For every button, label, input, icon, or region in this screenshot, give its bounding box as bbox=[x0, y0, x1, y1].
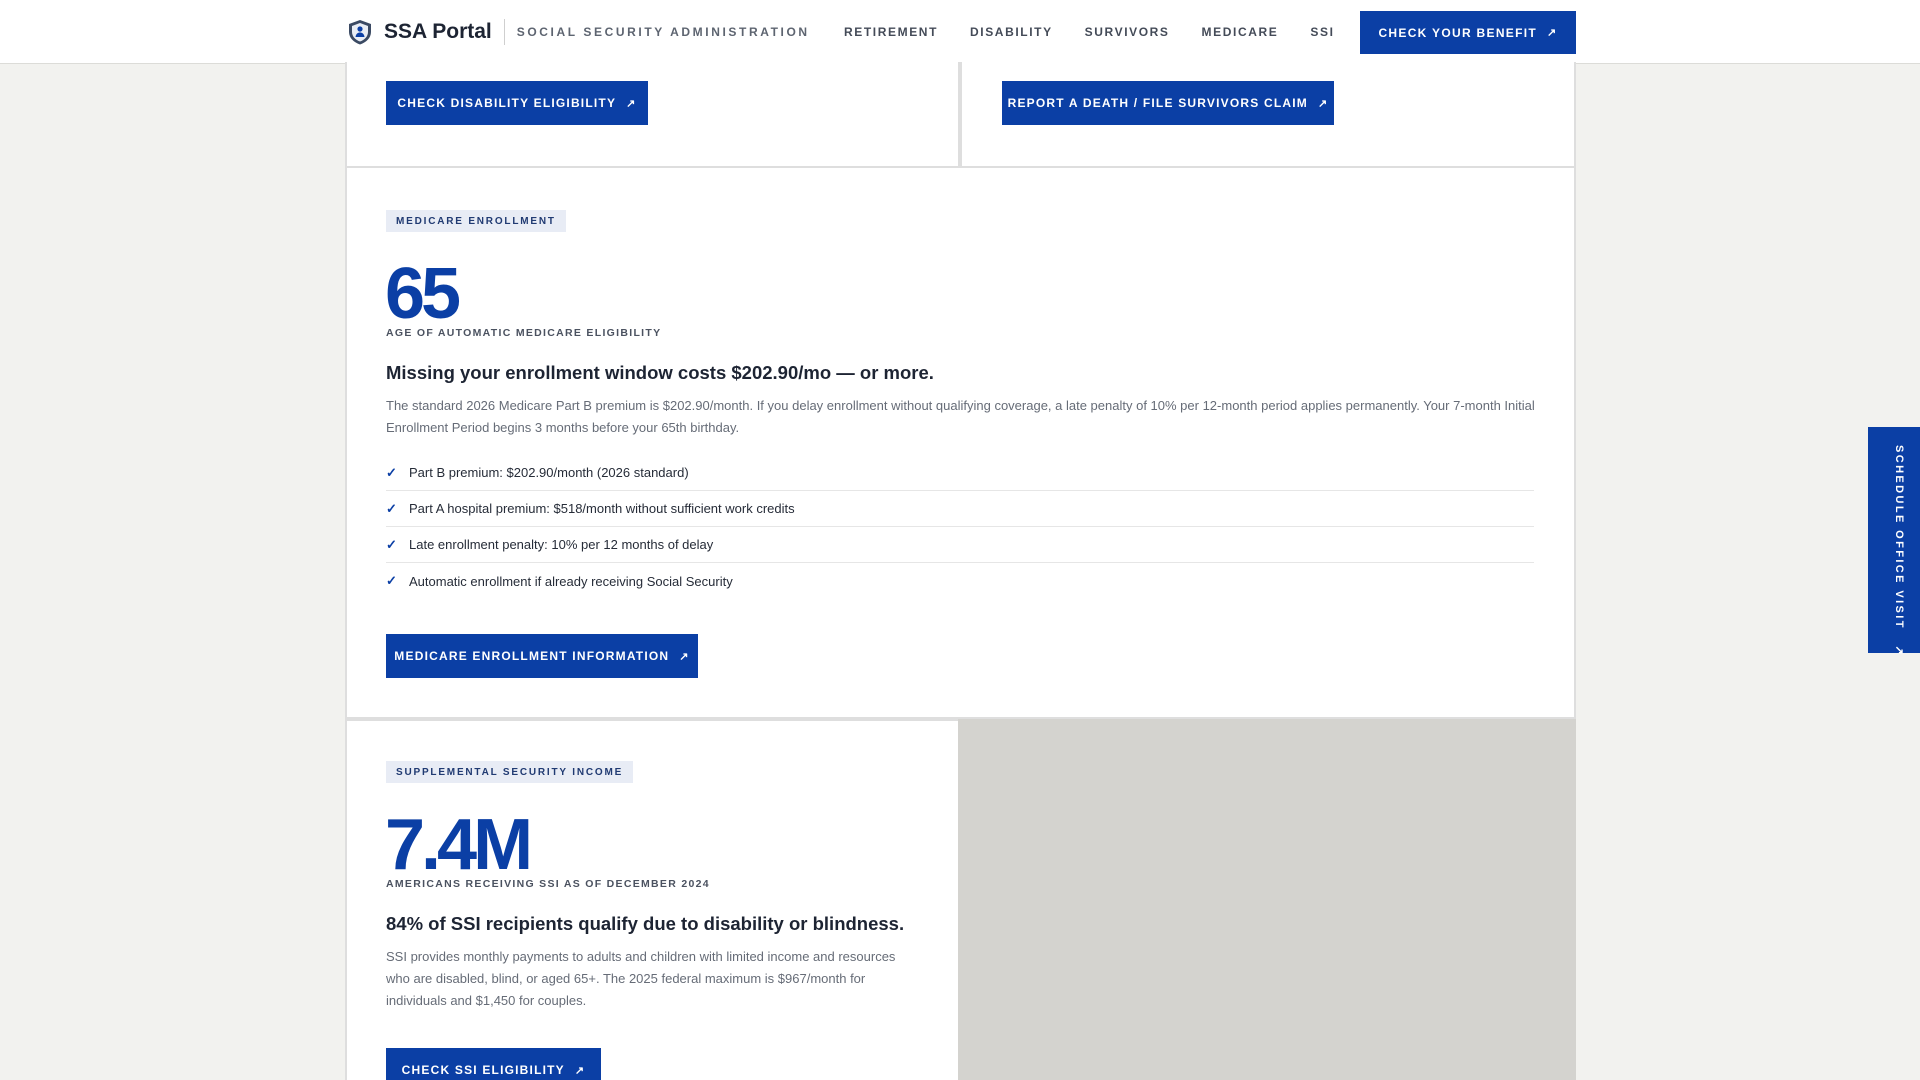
shield-logo-icon bbox=[346, 18, 374, 46]
medicare-stat: 65 bbox=[385, 254, 461, 334]
ssi-stat-caption: AMERICANS RECEIVING SSI AS OF DECEMBER 2… bbox=[386, 878, 710, 890]
check-icon: ✓ bbox=[386, 573, 397, 588]
medicare-enrollment-info-label: MEDICARE ENROLLMENT INFORMATION bbox=[394, 649, 670, 663]
medicare-headline: Missing your enrollment window costs $20… bbox=[386, 362, 934, 383]
ssi-image-panel bbox=[958, 719, 1576, 1080]
brand[interactable]: SSA Portal SOCIAL SECURITY ADMINISTRATIO… bbox=[346, 18, 810, 46]
main-nav: RETIREMENT DISABILITY SURVIVORS MEDICARE… bbox=[844, 25, 1367, 39]
arrow-up-right-icon: ↗ bbox=[679, 650, 690, 663]
ssi-card: SUPPLEMENTAL SECURITY INCOME 7.4M AMERIC… bbox=[345, 719, 960, 1080]
disability-card: CHECK DISABILITY ELIGIBILITY ↗ bbox=[345, 62, 960, 168]
list-item: ✓ Automatic enrollment if already receiv… bbox=[386, 563, 1534, 599]
report-death-survivors-claim-label: REPORT A DEATH / FILE SURVIVORS CLAIM bbox=[1007, 96, 1308, 110]
schedule-office-visit-tab[interactable]: SCHEDULE OFFICE VISIT ↗ bbox=[1868, 427, 1920, 657]
nav-disability[interactable]: DISABILITY bbox=[970, 25, 1053, 39]
survivors-card: REPORT A DEATH / FILE SURVIVORS CLAIM ↗ bbox=[960, 62, 1576, 168]
check-ssi-eligibility-button[interactable]: CHECK SSI ELIGIBILITY ↗ bbox=[386, 1048, 601, 1080]
arrow-up-right-icon: ↗ bbox=[1318, 97, 1329, 110]
arrow-up-right-icon: ↗ bbox=[1547, 27, 1558, 39]
check-icon: ✓ bbox=[386, 536, 397, 552]
site-header: SSA Portal SOCIAL SECURITY ADMINISTRATIO… bbox=[0, 0, 1920, 64]
check-your-benefit-button[interactable]: CHECK YOUR BENEFIT ↗ bbox=[1360, 11, 1576, 54]
check-your-benefit-label: CHECK YOUR BENEFIT bbox=[1378, 25, 1537, 40]
medicare-checklist: ✓ Part B premium: $202.90/month (2026 st… bbox=[386, 455, 1534, 599]
arrow-up-right-icon: ↗ bbox=[1893, 645, 1905, 657]
list-item-text: Automatic enrollment if already receivin… bbox=[409, 573, 733, 589]
arrow-up-right-icon: ↗ bbox=[626, 97, 637, 110]
nav-survivors[interactable]: SURVIVORS bbox=[1085, 25, 1170, 39]
check-ssi-eligibility-label: CHECK SSI ELIGIBILITY bbox=[401, 1063, 565, 1077]
list-item: ✓ Part A hospital premium: $518/month wi… bbox=[386, 491, 1534, 527]
check-icon: ✓ bbox=[386, 464, 397, 480]
arrow-up-right-icon: ↗ bbox=[574, 1064, 586, 1077]
report-death-survivors-claim-button[interactable]: REPORT A DEATH / FILE SURVIVORS CLAIM ↗ bbox=[1002, 81, 1334, 125]
brand-subtitle: SOCIAL SECURITY ADMINISTRATION bbox=[516, 25, 810, 39]
nav-retirement[interactable]: RETIREMENT bbox=[844, 25, 938, 39]
medicare-card: MEDICARE ENROLLMENT 65 AGE OF AUTOMATIC … bbox=[345, 166, 1576, 719]
brand-divider bbox=[503, 19, 505, 45]
nav-medicare[interactable]: MEDICARE bbox=[1202, 25, 1279, 39]
medicare-stat-caption: AGE OF AUTOMATIC MEDICARE ELIGIBILITY bbox=[386, 327, 662, 339]
ssi-paragraph: SSI provides monthly payments to adults … bbox=[386, 949, 896, 1008]
list-item-text: Late enrollment penalty: 10% per 12 mont… bbox=[409, 537, 714, 552]
list-item: ✓ Late enrollment penalty: 10% per 12 mo… bbox=[386, 527, 1534, 563]
ssi-tag: SUPPLEMENTAL SECURITY INCOME bbox=[386, 761, 634, 783]
check-icon: ✓ bbox=[386, 500, 397, 516]
brand-name: SSA Portal bbox=[384, 20, 492, 43]
schedule-office-visit-text: SCHEDULE OFFICE VISIT bbox=[1893, 445, 1905, 630]
list-item: ✓ Part B premium: $202.90/month (2026 st… bbox=[386, 455, 1534, 491]
list-item-text: Part B premium: $202.90/month (2026 stan… bbox=[409, 465, 689, 480]
ssi-headline: 84% of SSI recipients qualify due to dis… bbox=[386, 913, 905, 934]
ssi-stat: 7.4M bbox=[385, 805, 533, 885]
schedule-office-visit-label: SCHEDULE OFFICE VISIT ↗ bbox=[1893, 445, 1906, 657]
check-disability-eligibility-label: CHECK DISABILITY ELIGIBILITY bbox=[397, 96, 617, 110]
list-item-text: Part A hospital premium: $518/month with… bbox=[409, 501, 795, 516]
check-disability-eligibility-button[interactable]: CHECK DISABILITY ELIGIBILITY ↗ bbox=[386, 81, 648, 125]
nav-ssi[interactable]: SSI bbox=[1310, 25, 1334, 39]
medicare-paragraph: The standard 2026 Medicare Part B premiu… bbox=[386, 398, 1535, 435]
medicare-tag: MEDICARE ENROLLMENT bbox=[386, 210, 566, 232]
medicare-enrollment-info-button[interactable]: MEDICARE ENROLLMENT INFORMATION ↗ bbox=[386, 634, 698, 678]
